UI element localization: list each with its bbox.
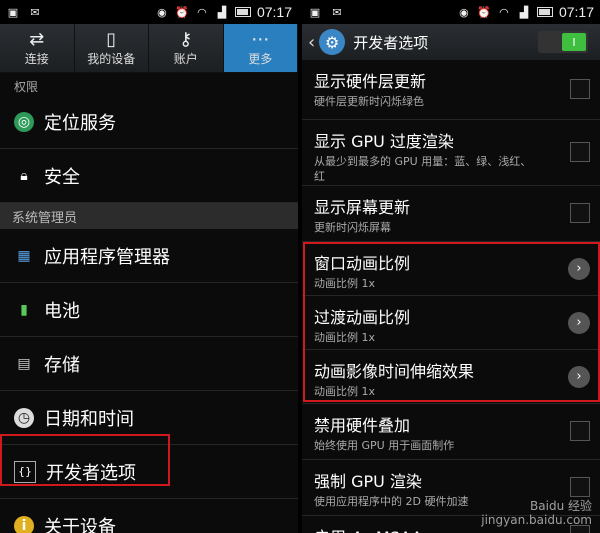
settings-item-about[interactable]: i 关于设备: [0, 499, 298, 533]
toggle-knob: I: [562, 33, 586, 51]
item-label: 安全: [44, 166, 80, 188]
alarm-icon: ⏰: [477, 5, 491, 19]
item-label: 定位服务: [44, 112, 116, 134]
option-animator-duration-scale[interactable]: 动画影像时间伸缩效果 动画比例 1x ›: [302, 350, 600, 404]
watermark: Baidu 经验 jingyan.baidu.com: [481, 499, 592, 527]
option-subtitle: 更新时闪烁屏幕: [314, 221, 391, 234]
option-title: 强制 GPU 渲染: [314, 472, 422, 491]
chevron-right-icon[interactable]: ›: [568, 365, 590, 388]
option-subtitle: 动画比例 1x: [314, 385, 376, 398]
clock-time: 07:17: [558, 4, 594, 20]
alarm-icon: ⏰: [175, 5, 189, 19]
page-title: 开发者选项: [353, 33, 429, 52]
option-subtitle: 动画比例 1x: [314, 331, 376, 344]
settings-item-date-time[interactable]: ◷ 日期和时间: [0, 391, 298, 445]
settings-tabs: ⇄ 连接 ▯ 我的设备 ⚷ 账户 ⋯ 更多: [0, 24, 298, 73]
option-window-animation-scale[interactable]: 窗口动画比例 动画比例 1x ›: [302, 242, 600, 296]
option-title: 过渡动画比例: [314, 308, 411, 327]
battery-status-icon: [536, 7, 553, 17]
checkbox[interactable]: [570, 420, 590, 441]
settings-item-developer-options[interactable]: {} 开发者选项: [0, 445, 298, 499]
apps-grid-icon: ▦: [17, 247, 31, 264]
item-label: 日期和时间: [44, 408, 134, 430]
connect-icon: ⇄: [29, 28, 45, 50]
braces-icon: {}: [14, 460, 36, 483]
settings-item-location[interactable]: ◎ 定位服务: [0, 95, 298, 149]
mail-icon: ✉: [332, 5, 342, 19]
chevron-right-icon[interactable]: ›: [568, 257, 590, 280]
option-title: 窗口动画比例: [314, 254, 411, 273]
developer-options-panel: ▣ ✉ ◉ ⏰ ◠ ▟ 07:17 ‹ ⚙ 开发者选项 I 显示硬件层更新 硬件…: [302, 0, 600, 533]
key-icon: ⚷: [179, 28, 193, 50]
option-title: 显示屏幕更新: [314, 198, 411, 217]
checkbox[interactable]: [570, 202, 590, 223]
clock-icon: ◷: [14, 407, 34, 428]
option-subtitle: 从最少到最多的 GPU 用量：蓝、绿、浅红、红: [314, 155, 532, 183]
checkbox[interactable]: [570, 141, 590, 162]
tab-more[interactable]: ⋯ 更多: [223, 24, 298, 72]
option-show-screen-updates[interactable]: 显示屏幕更新 更新时闪烁屏幕: [302, 186, 600, 242]
option-subtitle: 动画比例 1x: [314, 277, 376, 290]
option-disable-hw-overlays[interactable]: 禁用硬件叠加 始终使用 GPU 用于画面制作: [302, 404, 600, 460]
partial-section-header: 权限: [14, 80, 39, 94]
signal-icon: ▟: [519, 5, 529, 19]
option-title: 显示 GPU 过度渲染: [314, 132, 454, 151]
tab-label: 连接: [24, 51, 49, 66]
tab-label: 更多: [248, 51, 273, 66]
option-title: 禁用硬件叠加: [314, 416, 411, 435]
back-chevron-icon[interactable]: ‹: [308, 32, 315, 53]
sd-card-icon: ▤: [17, 355, 31, 372]
battery-icon: ▮: [20, 301, 28, 318]
chevron-right-icon[interactable]: ›: [568, 311, 590, 334]
watermark-url: jingyan.baidu.com: [481, 513, 592, 527]
option-show-gpu-overdraw[interactable]: 显示 GPU 过度渲染 从最少到最多的 GPU 用量：蓝、绿、浅红、红: [302, 120, 600, 186]
more-icon: ⋯: [251, 28, 270, 50]
settings-item-app-manager[interactable]: ▦ 应用程序管理器: [0, 229, 298, 283]
clock-time: 07:17: [256, 4, 292, 20]
status-bar: ▣ ✉ ◉ ⏰ ◠ ▟ 07:17: [0, 0, 298, 24]
location-icon: ◎: [14, 111, 34, 132]
item-label: 关于设备: [44, 516, 116, 533]
signal-icon: ▟: [217, 5, 227, 19]
checkbox[interactable]: [570, 78, 590, 99]
option-title: 动画影像时间伸缩效果: [314, 362, 475, 381]
device-icon: ▯: [106, 28, 117, 50]
tab-label: 账户: [173, 51, 198, 66]
settings-item-battery[interactable]: ▮ 电池: [0, 283, 298, 337]
tab-connect[interactable]: ⇄ 连接: [0, 24, 75, 72]
settings-item-security[interactable]: 🔒︎ 安全: [0, 149, 298, 203]
settings-panel: ▣ ✉ ◉ ⏰ ◠ ▟ 07:17 ⇄ 连接 ▯ 我的设备 ⚷ 账户 ⋯ 更多 …: [0, 0, 298, 533]
info-icon: i: [14, 515, 34, 533]
tab-account[interactable]: ⚷ 账户: [149, 24, 224, 72]
option-subtitle: 始终使用 GPU 用于画面制作: [314, 439, 455, 452]
option-subtitle: 硬件层更新时闪烁绿色: [314, 95, 424, 108]
gear-icon: ⚙: [319, 29, 346, 55]
mail-icon: ✉: [30, 5, 40, 19]
lock-icon: 🔒︎: [20, 167, 28, 184]
option-title: 显示硬件层更新: [314, 72, 427, 91]
page-header: ‹ ⚙ 开发者选项 I: [302, 24, 600, 60]
item-label: 开发者选项: [46, 462, 136, 484]
item-label: 存储: [44, 354, 80, 376]
eye-icon: ◉: [157, 5, 167, 19]
option-transition-animation-scale[interactable]: 过渡动画比例 动画比例 1x ›: [302, 296, 600, 350]
option-show-hw-layer-updates[interactable]: 显示硬件层更新 硬件层更新时闪烁绿色: [302, 60, 600, 120]
wifi-icon: ◠: [499, 5, 509, 19]
picture-icon: ▣: [309, 5, 321, 19]
eye-icon: ◉: [459, 5, 469, 19]
checkbox[interactable]: [570, 476, 590, 497]
picture-icon: ▣: [7, 5, 19, 19]
item-label: 电池: [44, 300, 80, 322]
tab-label: 我的设备: [87, 51, 136, 66]
developer-options-toggle[interactable]: I: [538, 31, 588, 53]
item-label: 应用程序管理器: [44, 246, 170, 268]
wifi-icon: ◠: [197, 5, 207, 19]
status-bar: ▣ ✉ ◉ ⏰ ◠ ▟ 07:17: [302, 0, 600, 24]
tab-my-device[interactable]: ▯ 我的设备: [75, 24, 149, 72]
section-header: 系统管理员: [0, 203, 298, 229]
settings-item-storage[interactable]: ▤ 存储: [0, 337, 298, 391]
battery-status-icon: [234, 7, 251, 17]
watermark-brand: Baidu 经验: [530, 499, 592, 513]
